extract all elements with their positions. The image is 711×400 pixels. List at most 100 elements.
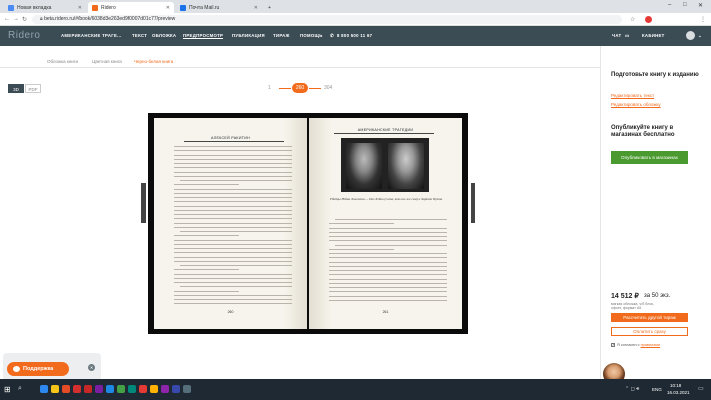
nav-book-title[interactable]: АМЕРИКАНСКИЕ ТРАГЕ... — [61, 33, 122, 38]
taskbar-app-icon[interactable] — [106, 385, 114, 393]
taskbar-app-icon[interactable] — [95, 385, 103, 393]
menu-dots-icon[interactable]: ⋮ — [700, 16, 706, 23]
url-text: beta.ridero.ru/#/book/6038d3e263ed9f0007… — [44, 16, 176, 22]
chat-link[interactable]: ЧАТ — [612, 33, 621, 38]
tab-ridero[interactable]: Ridero ✕ — [88, 2, 174, 13]
sub-tab-bw-book[interactable]: Черно-белая книга — [134, 59, 173, 64]
taskbar-app-icon[interactable] — [84, 385, 92, 393]
text-line — [174, 205, 292, 207]
price-quantity: за 50 экз. — [644, 293, 671, 299]
text-line — [329, 278, 447, 280]
nav-publish[interactable]: ПУБЛИКАЦИЯ — [232, 33, 265, 38]
clock-time[interactable]: 10:18 — [670, 383, 681, 388]
support-close-icon[interactable]: ✕ — [88, 364, 95, 371]
text-line — [174, 171, 292, 173]
calc-print-run-button[interactable]: Рассчитать другой тираж — [611, 313, 688, 322]
next-page-strip[interactable] — [471, 183, 475, 223]
sub-navigation: Обложка книги Цветная книга Черно-белая … — [0, 46, 600, 68]
close-icon[interactable]: ✕ — [78, 5, 82, 11]
edit-text-link[interactable]: Редактировать текст — [611, 93, 654, 98]
forward-icon[interactable]: → — [13, 16, 19, 22]
taskbar-app-icon[interactable] — [139, 385, 147, 393]
text-line — [180, 180, 292, 181]
taskbar-app-icon[interactable] — [183, 385, 191, 393]
prev-page-strip[interactable] — [141, 183, 146, 223]
price-note-2: офсет, формат A5 — [611, 306, 642, 310]
nav-help[interactable]: ПОМОЩЬ — [300, 33, 323, 38]
star-icon[interactable]: ☆ — [630, 16, 635, 23]
taskbar-app-icon[interactable] — [161, 385, 169, 393]
tab-favicon-icon — [92, 4, 98, 11]
chat-bubble-icon — [13, 366, 20, 372]
price-value: 14 512 ₽ — [611, 293, 639, 300]
format-3d-button[interactable]: 3D — [8, 84, 24, 93]
windows-start-icon[interactable]: ⊞ — [4, 385, 11, 394]
cabinet-link[interactable]: КАБИНЕТ — [642, 33, 665, 38]
tab-label: Почта Mail.ru — [189, 4, 220, 11]
taskbar-app-icon[interactable] — [128, 385, 136, 393]
pager-current[interactable]: 260 — [292, 83, 308, 93]
taskbar-app-icon[interactable] — [40, 385, 48, 393]
user-avatar[interactable] — [686, 31, 695, 40]
sub-tab-cover[interactable]: Обложка книги — [47, 59, 78, 64]
header-rule — [184, 141, 284, 142]
text-line — [329, 261, 447, 263]
tab-label: Новая вкладка — [17, 4, 52, 11]
publish-in-stores-button[interactable]: Опубликовать в магазинах — [611, 151, 688, 164]
profile-avatar[interactable] — [645, 16, 652, 23]
url-field[interactable]: 🔒︎ beta.ridero.ru/#/book/6038d3e263ed9f0… — [32, 15, 622, 24]
taskbar-app-icon[interactable] — [73, 385, 81, 393]
notifications-icon[interactable]: ▭ — [698, 385, 704, 392]
text-line — [329, 223, 394, 225]
taskbar-app-icon[interactable] — [62, 385, 70, 393]
text-line — [329, 257, 447, 259]
taskbar-app-icon[interactable] — [117, 385, 125, 393]
tab-mail[interactable]: Почта Mail.ru ✕ — [176, 2, 262, 13]
nav-text[interactable]: ТЕКСТ — [132, 33, 147, 38]
taskbar-app-icon[interactable] — [51, 385, 59, 393]
text-line — [329, 274, 447, 276]
text-line — [174, 273, 292, 275]
sub-tab-color-book[interactable]: Цветная книга — [92, 59, 122, 64]
text-line — [174, 277, 292, 279]
reload-icon[interactable]: ↻ — [22, 16, 27, 23]
close-icon[interactable]: ✕ — [254, 5, 258, 11]
taskbar-app-icon[interactable] — [150, 385, 158, 393]
text-line — [174, 252, 292, 254]
rules-link[interactable]: правилами — [641, 343, 660, 347]
format-pdf-button[interactable]: PDF — [25, 84, 41, 93]
close-icon[interactable]: ✕ — [166, 5, 170, 11]
text-line — [329, 287, 447, 288]
book-preview[interactable]: АЛЕКСЕЙ РАКИТИН 260 АМЕРИКАНСКИЕ ТРАГЕДИ… — [148, 113, 468, 334]
right-page-number: 261 — [382, 310, 389, 314]
chevron-down-icon[interactable]: ⌄ — [698, 33, 702, 39]
clock-date[interactable]: 16.03.2021 — [667, 390, 690, 395]
pager-first[interactable]: 1 — [268, 85, 271, 91]
nav-preview[interactable]: ПРЕДПРОСМОТР — [183, 33, 224, 39]
nav-print-run[interactable]: ТИРАЖ — [273, 33, 290, 38]
edit-cover-link[interactable]: Редактировать обложку — [611, 102, 661, 107]
nav-cover[interactable]: ОБЛОЖКА — [152, 33, 176, 38]
text-line — [174, 188, 292, 190]
window-close-icon[interactable]: ✕ — [698, 2, 703, 9]
back-icon[interactable]: ← — [4, 16, 10, 22]
text-line — [174, 184, 239, 186]
phone-number[interactable]: 8 800 500 11 67 — [337, 33, 372, 38]
text-line — [329, 282, 447, 284]
new-tab-button[interactable]: + — [264, 2, 274, 13]
photo-caption: Убийцы Нэйва Лонгмэна — Пол Хэйни (слева… — [329, 197, 443, 201]
minimize-icon[interactable]: – — [668, 2, 671, 8]
pay-now-button[interactable]: Оплатить сразу — [611, 327, 688, 336]
ridero-logo[interactable]: Ridero — [8, 30, 40, 41]
photo-portrait-left — [346, 143, 382, 189]
pager-last[interactable]: 304 — [324, 85, 332, 91]
left-page: АЛЕКСЕЙ РАКИТИН 260 — [154, 118, 307, 329]
search-icon[interactable]: ⌕ — [18, 385, 22, 393]
support-button[interactable]: Поддержка — [7, 362, 69, 376]
tab-new[interactable]: Новая вкладка ✕ — [4, 2, 86, 13]
maximize-icon[interactable]: □ — [683, 2, 687, 8]
taskbar-app-icon[interactable] — [172, 385, 180, 393]
agree-checkbox[interactable]: ✓ — [611, 343, 615, 347]
input-language[interactable]: ENG — [652, 387, 662, 392]
left-running-header: АЛЕКСЕЙ РАКИТИН — [211, 136, 250, 140]
